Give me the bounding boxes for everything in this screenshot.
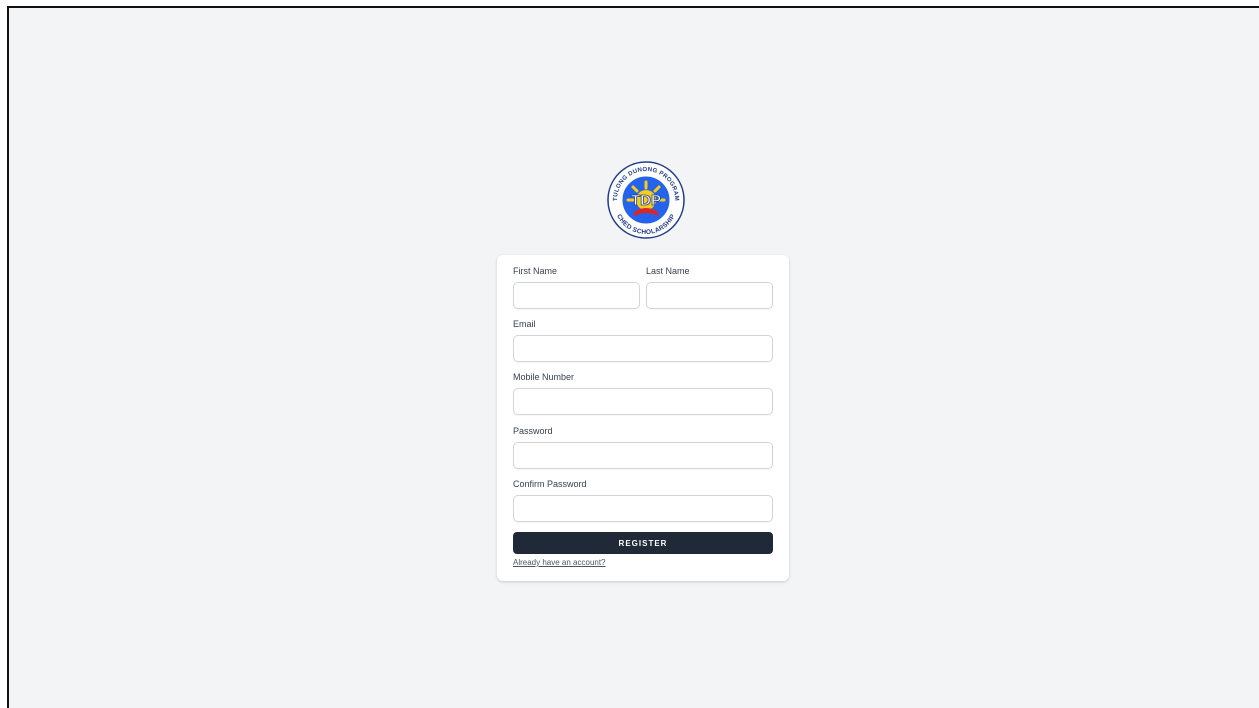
- mobile-number-input[interactable]: [513, 388, 773, 415]
- confirm-password-input[interactable]: [513, 495, 773, 522]
- first-name-group: First Name: [513, 266, 640, 309]
- confirm-password-label: Confirm Password: [513, 479, 587, 489]
- confirm-password-group: Confirm Password: [513, 479, 773, 522]
- last-name-input[interactable]: [646, 282, 773, 309]
- first-name-input[interactable]: [513, 282, 640, 309]
- email-group: Email: [513, 319, 773, 362]
- register-card: First Name Last Name Email Mobile Number…: [497, 255, 789, 581]
- logo-initials: TDP: [631, 192, 661, 209]
- email-input[interactable]: [513, 335, 773, 362]
- login-link[interactable]: Already have an account?: [513, 558, 606, 567]
- mobile-number-label: Mobile Number: [513, 372, 575, 382]
- last-name-group: Last Name: [646, 266, 773, 309]
- tdp-logo: TDP TULONG DUNONG PROGRAM CHED SCHOLARSH…: [606, 160, 686, 240]
- password-group: Password: [513, 426, 773, 469]
- password-label: Password: [513, 426, 553, 436]
- page-frame: TDP TULONG DUNONG PROGRAM CHED SCHOLARSH…: [7, 6, 1259, 708]
- mobile-number-group: Mobile Number: [513, 372, 773, 415]
- register-button[interactable]: REGISTER: [513, 532, 773, 554]
- first-name-label: First Name: [513, 266, 558, 276]
- last-name-label: Last Name: [646, 266, 690, 276]
- password-input[interactable]: [513, 442, 773, 469]
- email-label: Email: [513, 319, 536, 329]
